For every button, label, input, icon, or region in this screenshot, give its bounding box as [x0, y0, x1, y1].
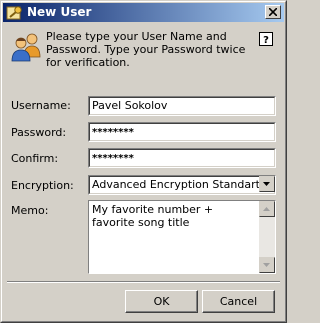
memo-label: Memo:: [11, 204, 49, 217]
confirm-value: ********: [92, 153, 134, 164]
password-field[interactable]: ********: [88, 122, 276, 142]
close-button[interactable]: [265, 5, 281, 19]
encryption-dropdown-button[interactable]: [259, 176, 275, 192]
password-label: Password:: [11, 126, 67, 139]
memo-textarea[interactable]: My favorite number + favorite song title: [88, 200, 276, 274]
button-separator: [7, 281, 280, 283]
scroll-down-button[interactable]: [259, 257, 275, 273]
chevron-down-icon: [263, 182, 270, 186]
cancel-button-label: Cancel: [219, 295, 258, 308]
ok-button-label: OK: [153, 295, 170, 308]
confirm-label: Confirm:: [11, 152, 59, 165]
password-value: ********: [92, 127, 134, 138]
window-title: New User: [27, 5, 92, 19]
instructions-text: Please type your User Name and Password.…: [46, 30, 246, 69]
username-value: Pavel Sokolov: [92, 99, 168, 112]
confirm-field[interactable]: ********: [88, 148, 276, 168]
encryption-value: Advanced Encryption Standart: [92, 178, 260, 191]
users-icon: [11, 33, 41, 62]
key-icon: [6, 6, 22, 20]
close-icon: [269, 8, 277, 16]
title-bar[interactable]: New User: [3, 3, 284, 22]
cancel-button[interactable]: Cancel: [202, 290, 275, 313]
help-icon[interactable]: ?: [259, 32, 273, 46]
svg-text:?: ?: [263, 35, 269, 46]
memo-value: My favorite number + favorite song title: [92, 203, 214, 229]
scroll-up-button[interactable]: [259, 201, 275, 217]
ok-button[interactable]: OK: [125, 290, 198, 313]
encryption-label: Encryption:: [11, 179, 74, 192]
new-user-dialog: New User Please type your User Name and …: [0, 0, 287, 323]
encryption-select[interactable]: Advanced Encryption Standart: [88, 175, 276, 195]
username-label: Username:: [11, 99, 71, 112]
memo-scrollbar[interactable]: [259, 201, 275, 273]
username-field[interactable]: Pavel Sokolov: [88, 96, 276, 116]
arrow-down-icon: [263, 263, 270, 267]
arrow-up-icon: [263, 207, 270, 211]
